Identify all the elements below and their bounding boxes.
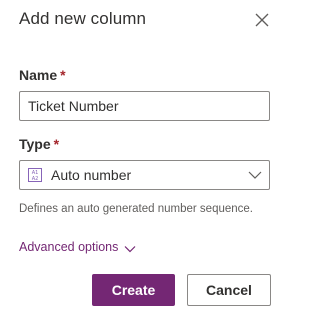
type-dropdown[interactable]: A1 A2 Auto number <box>19 160 270 190</box>
cancel-button[interactable]: Cancel <box>187 274 271 306</box>
type-dropdown-value: Auto number <box>51 167 132 183</box>
panel-title: Add new column <box>19 9 147 28</box>
name-label: Name * <box>19 67 66 83</box>
type-label-text: Type <box>19 136 51 152</box>
close-icon[interactable] <box>253 11 271 29</box>
chevron-down-icon[interactable] <box>124 245 136 253</box>
chevron-down-icon <box>248 171 262 179</box>
name-input[interactable] <box>19 91 270 121</box>
type-required-marker: * <box>53 136 60 152</box>
name-label-text: Name <box>19 67 58 83</box>
type-label: Type * <box>19 136 59 152</box>
type-hint-text: Defines an auto generated number sequenc… <box>19 203 253 215</box>
create-button[interactable]: Create <box>92 274 175 306</box>
advanced-options-link[interactable]: Advanced options <box>19 240 118 254</box>
name-required-marker: * <box>60 67 66 83</box>
auto-number-icon: A1 A2 <box>28 168 42 182</box>
